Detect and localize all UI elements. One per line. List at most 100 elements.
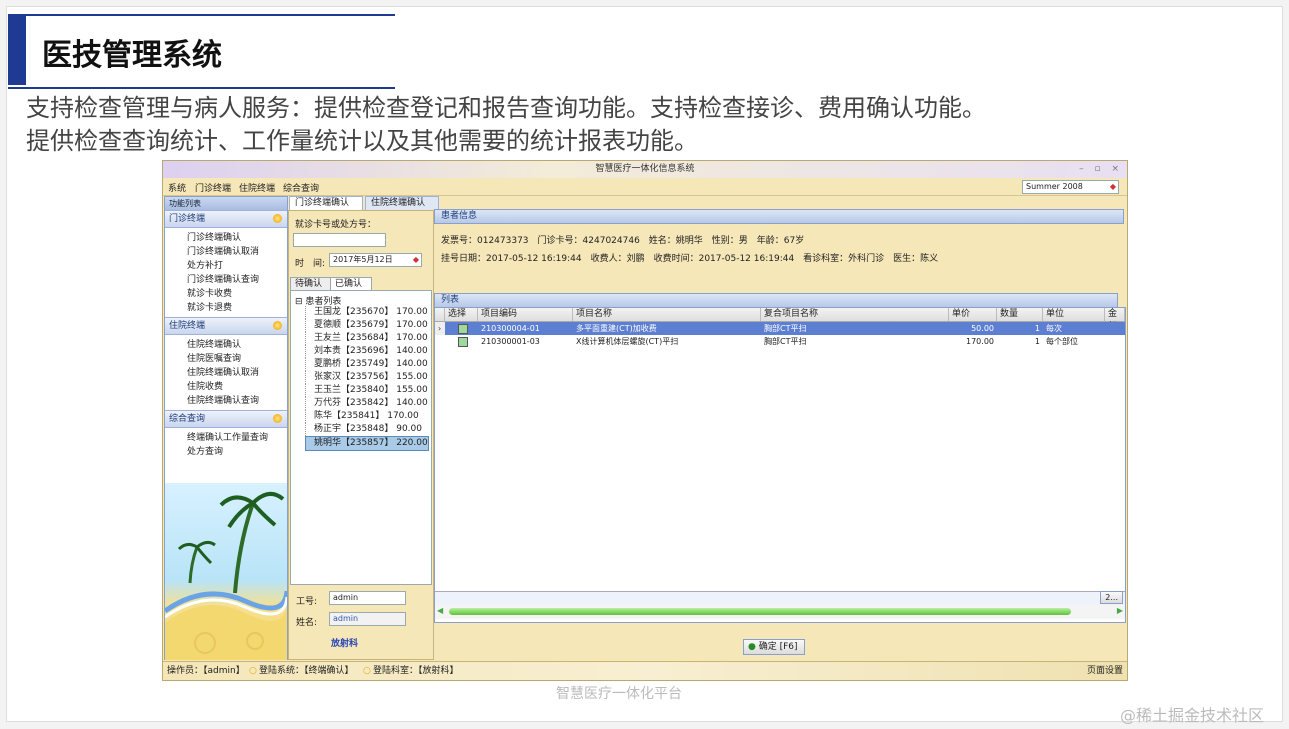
- sidebar-group-outpatient[interactable]: 门诊终端: [165, 210, 287, 228]
- status-department: 登陆科室：【放射科】: [373, 666, 459, 676]
- dropdown-arrow-icon: ◆: [1109, 182, 1116, 191]
- more-button[interactable]: 2...: [1100, 591, 1123, 604]
- column-header[interactable]: 复合项目名称: [761, 308, 949, 321]
- table-footer: 2...: [435, 591, 1125, 605]
- department-label: 放射科: [331, 639, 359, 649]
- scroll-left-icon[interactable]: ◀: [437, 606, 443, 615]
- worker-id-input[interactable]: admin: [329, 591, 406, 605]
- table-row[interactable]: › 210300004-01 多平面重建(CT)加收费 胸部CT平扫 50.00…: [435, 322, 1125, 335]
- status-dot-icon: ○: [249, 666, 257, 676]
- worker-id-label: 工号:: [296, 597, 318, 607]
- sidebar-item[interactable]: 住院医嘱查询: [187, 352, 287, 366]
- patient-info-line-2: 挂号日期：2017-05-12 16:19:44 收费人：刘鹏 收费时间：201…: [441, 254, 939, 264]
- sidebar-item[interactable]: 住院终端确认取消: [187, 366, 287, 380]
- tab-outpatient-confirm[interactable]: 门诊终端确认 ×: [289, 196, 363, 221]
- card-number-input[interactable]: [293, 233, 386, 247]
- menu-system[interactable]: 系统: [168, 181, 186, 194]
- sidebar-item[interactable]: 处方查询: [187, 445, 287, 459]
- patient-item[interactable]: 王国龙【235670】 170.00: [305, 306, 428, 319]
- status-bar: 操作员：【admin】 ○ 登陆系统：【终端确认】 ○ 登陆科室：【放射科】 页…: [163, 661, 1127, 680]
- sidebar-item[interactable]: 终端确认工作量查询: [187, 431, 287, 445]
- slide-footer: 智慧医疗一体化平台: [556, 686, 682, 702]
- patient-info: 发票号：012473373 门诊卡号：4247024746 姓名：姚明华 性别：…: [434, 224, 1124, 290]
- sidebar-item[interactable]: 处方补打: [187, 259, 287, 273]
- sidebar-item[interactable]: 住院收费: [187, 380, 287, 394]
- confirm-button[interactable]: ● 确定 [F6]: [743, 639, 805, 655]
- tab-confirmed[interactable]: 已确认: [330, 277, 372, 291]
- column-header[interactable]: 金额: [1105, 308, 1125, 332]
- main-panel: 患者信息 发票号：012473373 门诊卡号：4247024746 姓名：姚明…: [434, 209, 1126, 658]
- list-header: 列表: [434, 293, 1118, 308]
- card-number-label: 就诊卡号或处方号：: [295, 220, 377, 230]
- slide-title: 医技管理系统: [42, 38, 222, 73]
- confirm-icon: ●: [748, 642, 756, 652]
- sidebar-group-items: 门诊终端确认 门诊终端确认取消 处方补打 门诊终端确认查询 就诊卡收费 就诊卡退…: [165, 228, 287, 317]
- table-row[interactable]: 210300001-03 X线计算机体层螺旋(CT)平扫 胸部CT平扫 170.…: [435, 335, 1125, 348]
- cell-qty: 1: [1034, 324, 1040, 333]
- name-input[interactable]: admin: [329, 612, 406, 626]
- scrollbar-thumb[interactable]: [449, 608, 1071, 615]
- patient-item[interactable]: 杨正宇【235848】 90.00: [305, 423, 422, 436]
- patient-item[interactable]: 王友兰【235684】 170.00: [305, 332, 428, 345]
- column-header[interactable]: 项目名称: [573, 308, 761, 321]
- checkbox[interactable]: [458, 336, 468, 347]
- window-controls[interactable]: – ▫ ×: [1079, 161, 1123, 178]
- theme-value: Summer 2008: [1026, 182, 1083, 191]
- date-picker[interactable]: 2017年5月12日 ◆: [329, 253, 422, 267]
- tab-pending[interactable]: 待确认: [290, 277, 332, 291]
- sidebar-item[interactable]: 门诊终端确认: [187, 231, 287, 245]
- sidebar-item[interactable]: 门诊终端确认取消: [187, 245, 287, 259]
- cell-qty: 1: [1034, 337, 1040, 346]
- collapse-icon[interactable]: [273, 414, 282, 423]
- patient-item-selected[interactable]: 姚明华【235857】 220.00: [305, 436, 429, 451]
- cell-name: 多平面重建(CT)加收费: [576, 324, 657, 333]
- column-header[interactable]: 单位: [1043, 308, 1105, 321]
- status-dot-icon: ○: [363, 666, 371, 676]
- cell-name: X线计算机体层螺旋(CT)平扫: [576, 337, 679, 346]
- patient-item[interactable]: 陈华【235841】 170.00: [305, 410, 419, 423]
- patient-tree: ⊟ 患者列表 王国龙【235670】 170.00 夏德顺【235679】 17…: [290, 290, 432, 585]
- checkbox[interactable]: [458, 323, 468, 334]
- column-header[interactable]: 项目编码: [478, 308, 573, 321]
- column-header[interactable]: 选择: [445, 308, 478, 321]
- decorative-beach-image: [165, 483, 287, 660]
- patient-item[interactable]: 刘本贵【235696】 140.00: [305, 345, 428, 358]
- collapse-icon[interactable]: [273, 214, 282, 223]
- sidebar-group-inpatient[interactable]: 住院终端: [165, 317, 287, 335]
- horizontal-scrollbar[interactable]: ◀ ▶: [435, 605, 1125, 619]
- watermark: @稀土掘金技术社区: [1120, 706, 1265, 725]
- column-header[interactable]: 单价: [949, 308, 997, 321]
- menu-query[interactable]: 综合查询: [283, 181, 319, 194]
- slide-description: 支持检查管理与病人服务：提供检查登记和报告查询功能。支持检查接诊、费用确认功能。…: [26, 92, 1256, 158]
- patient-item[interactable]: 夏德顺【235679】 170.00: [305, 319, 428, 332]
- menu-inpatient[interactable]: 住院终端: [239, 181, 275, 194]
- sidebar-group-query[interactable]: 综合查询: [165, 410, 287, 428]
- cell-composite: 胸部CT平扫: [764, 337, 807, 346]
- sidebar-item[interactable]: 住院终端确认查询: [187, 394, 287, 408]
- menu-outpatient[interactable]: 门诊终端: [195, 181, 231, 194]
- palm-tree-icon: [165, 491, 287, 660]
- sidebar-item[interactable]: 就诊卡退费: [187, 301, 287, 315]
- cell-unit: 每个部位: [1046, 337, 1078, 346]
- status-system: 登陆系统：【终端确认】: [259, 666, 354, 676]
- description-line-2: 提供检查查询统计、工作量统计以及其他需要的统计报表功能。: [26, 127, 698, 155]
- collapse-icon[interactable]: [273, 321, 282, 330]
- scroll-right-icon[interactable]: ▶: [1117, 606, 1123, 615]
- description-line-1: 支持检查管理与病人服务：提供检查登记和报告查询功能。支持检查接诊、费用确认功能。: [26, 94, 986, 122]
- theme-select[interactable]: Summer 2008 ◆: [1022, 180, 1119, 194]
- patient-item[interactable]: 夏鹏桥【235749】 140.00: [305, 358, 428, 371]
- cell-unit: 每次: [1046, 324, 1062, 333]
- sidebar-item[interactable]: 住院终端确认: [187, 338, 287, 352]
- patient-item[interactable]: 万代芬【235842】 140.00: [305, 397, 428, 410]
- calendar-icon[interactable]: ◆: [413, 254, 419, 266]
- sidebar-item[interactable]: 就诊卡收费: [187, 287, 287, 301]
- patient-item[interactable]: 王玉兰【235840】 155.00: [305, 384, 428, 397]
- sidebar-header: 功能列表: [165, 197, 287, 210]
- window-title: 智慧医疗一体化信息系统: [595, 164, 695, 174]
- sidebar-item[interactable]: 门诊终端确认查询: [187, 273, 287, 287]
- patient-item[interactable]: 张家汉【235756】 155.00: [305, 371, 428, 384]
- column-header[interactable]: 数量: [997, 308, 1043, 321]
- page-setup-link[interactable]: 页面设置: [1087, 662, 1123, 680]
- tab-inpatient-confirm[interactable]: 住院终端确认 ×: [365, 196, 439, 221]
- cell-code: 210300004-01: [481, 324, 540, 333]
